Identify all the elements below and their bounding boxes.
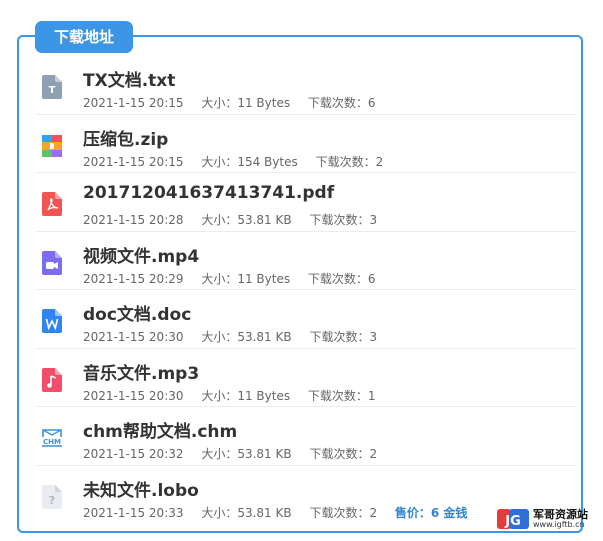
file-size: 大小：53.81 KB <box>201 447 292 461</box>
file-date: 2021-1-15 20:15 <box>83 154 184 169</box>
file-name-link[interactable]: 音乐文件.mp3 <box>83 359 199 384</box>
file-size: 大小：53.81 KB <box>201 213 292 227</box>
panel-title: 下载地址 <box>35 21 133 53</box>
file-date: 2021-1-15 20:30 <box>83 388 184 403</box>
file-downloads: 下载次数：2 <box>309 447 378 461</box>
file-meta: 2021-1-15 20:15 大小：154 Bytes 下载次数：2 <box>83 153 397 170</box>
file-date: 2021-1-15 20:32 <box>83 447 184 461</box>
txt-file-icon: T <box>42 75 62 99</box>
file-date: 2021-1-15 20:29 <box>83 271 184 286</box>
file-size: 大小：53.81 KB <box>201 505 292 520</box>
site-url: www.igftb.cn <box>533 519 585 529</box>
site-logo-icon: JG <box>497 509 529 529</box>
site-watermark: JG 军哥资源站 www.igftb.cn <box>497 503 603 535</box>
file-meta: 2021-1-15 20:28 大小：53.81 KB 下载次数：3 <box>83 211 391 228</box>
file-meta: 2021-1-15 20:32 大小：53.81 KB 下载次数：2 <box>83 445 391 462</box>
pdf-file-icon <box>42 192 62 216</box>
file-meta: 2021-1-15 20:33 大小：53.81 KB 下载次数：2 售价：6 … <box>83 504 481 521</box>
svg-text:T: T <box>49 85 56 96</box>
file-meta: 2021-1-15 20:30 大小：53.81 KB 下载次数：3 <box>83 328 391 345</box>
unknown-file-icon: ? <box>42 484 62 509</box>
file-name-link[interactable]: 未知文件.lobo <box>83 476 199 501</box>
file-downloads: 下载次数：3 <box>309 213 378 227</box>
video-file-icon <box>42 250 62 275</box>
file-date: 2021-1-15 20:30 <box>83 330 184 344</box>
file-row[interactable]: 201712041637413741.pdf 2021-1-15 20:28 大… <box>36 173 576 232</box>
file-downloads: 下载次数：2 <box>315 154 384 169</box>
site-name: 军哥资源站 <box>533 508 588 522</box>
file-row[interactable]: 音乐文件.mp3 2021-1-15 20:30 大小：11 Bytes 下载次… <box>36 349 576 407</box>
file-row[interactable]: 压缩包.zip 2021-1-15 20:15 大小：154 Bytes 下载次… <box>36 115 576 173</box>
file-price: 售价：6 金钱 <box>394 505 468 520</box>
file-name-link[interactable]: doc文档.doc <box>83 300 191 325</box>
chm-file-icon: CHM <box>42 429 62 447</box>
file-date: 2021-1-15 20:15 <box>83 96 184 110</box>
file-name-link[interactable]: chm帮助文档.chm <box>83 417 237 442</box>
file-meta: 2021-1-15 20:15 大小：11 Bytes 下载次数：6 <box>83 94 390 111</box>
site-logo-text: JG <box>504 514 521 529</box>
file-downloads: 下载次数：1 <box>307 388 376 403</box>
file-meta: 2021-1-15 20:30 大小：11 Bytes 下载次数：1 <box>83 387 390 404</box>
file-date: 2021-1-15 20:28 <box>83 213 184 227</box>
file-row[interactable]: CHM chm帮助文档.chm 2021-1-15 20:32 大小：53.81… <box>36 407 576 466</box>
file-date: 2021-1-15 20:33 <box>83 505 184 520</box>
file-size: 大小：11 Bytes <box>201 271 291 286</box>
file-name-link[interactable]: TX文档.txt <box>83 66 175 91</box>
zip-file-icon <box>42 134 62 157</box>
word-file-icon <box>42 309 62 333</box>
svg-text:CHM: CHM <box>43 438 61 446</box>
file-downloads: 下载次数：3 <box>309 330 378 344</box>
music-file-icon <box>42 367 62 392</box>
file-name-link[interactable]: 视频文件.mp4 <box>83 242 199 267</box>
file-downloads: 下载次数：6 <box>307 271 376 286</box>
file-meta: 2021-1-15 20:29 大小：11 Bytes 下载次数：6 <box>83 270 390 287</box>
file-row[interactable]: T TX文档.txt 2021-1-15 20:15 大小：11 Bytes 下… <box>36 56 576 115</box>
file-size: 大小：11 Bytes <box>201 388 291 403</box>
file-row[interactable]: doc文档.doc 2021-1-15 20:30 大小：53.81 KB 下载… <box>36 290 576 349</box>
file-list: T TX文档.txt 2021-1-15 20:15 大小：11 Bytes 下… <box>36 56 576 524</box>
file-size: 大小：11 Bytes <box>201 96 291 110</box>
file-downloads: 下载次数：2 <box>309 505 378 520</box>
file-row[interactable]: 视频文件.mp4 2021-1-15 20:29 大小：11 Bytes 下载次… <box>36 232 576 290</box>
file-name-link[interactable]: 压缩包.zip <box>83 125 168 150</box>
file-downloads: 下载次数：6 <box>307 96 376 110</box>
file-size: 大小：53.81 KB <box>201 330 292 344</box>
file-name-link[interactable]: 201712041637413741.pdf <box>83 183 334 203</box>
svg-text:?: ? <box>49 494 55 507</box>
file-size: 大小：154 Bytes <box>201 154 298 169</box>
file-row[interactable]: ? 未知文件.lobo 2021-1-15 20:33 大小：53.81 KB … <box>36 466 576 525</box>
